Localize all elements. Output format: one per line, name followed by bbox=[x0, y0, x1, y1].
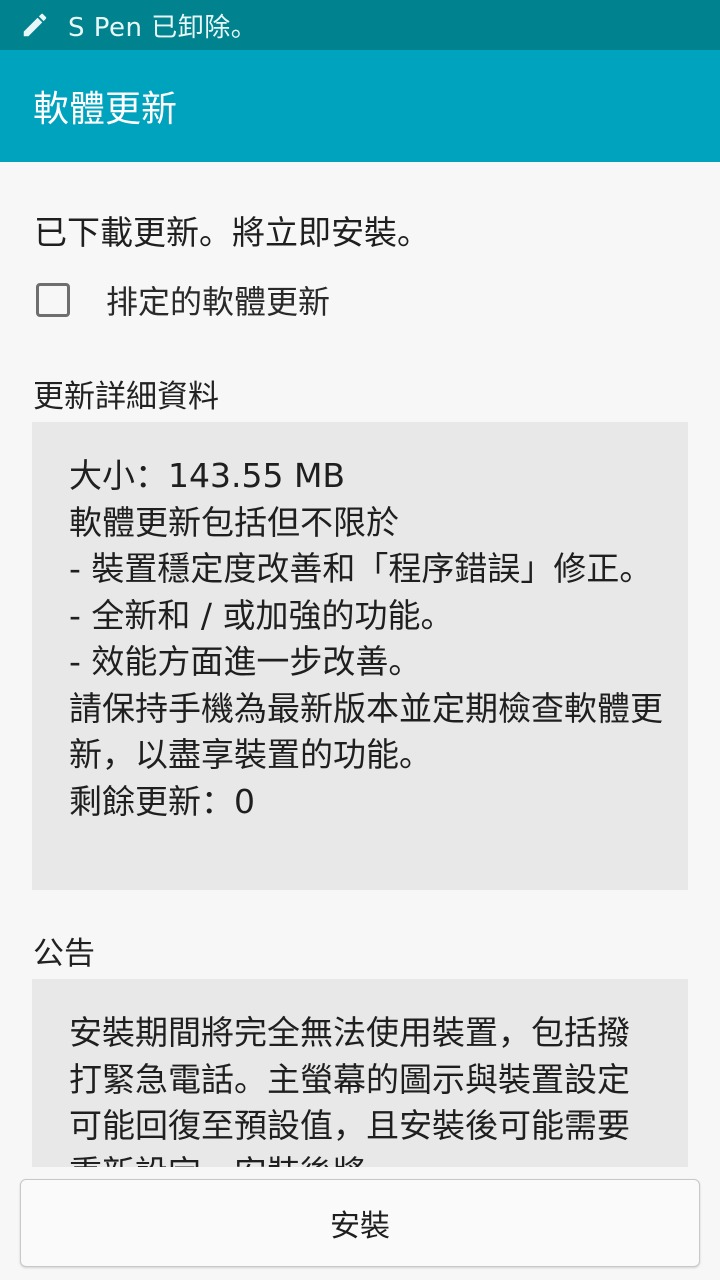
notice-box: 安裝期間將完全無法使用裝置，包括撥打緊急電話。主螢幕的圖示與裝置設定可能回復至預… bbox=[32, 979, 688, 1167]
pen-icon bbox=[23, 13, 47, 37]
schedule-update-checkbox[interactable] bbox=[36, 283, 70, 317]
notice-heading: 公告 bbox=[33, 936, 95, 972]
status-text: S Pen 已卸除。 bbox=[68, 12, 258, 43]
app-bar: 軟體更新 bbox=[0, 50, 720, 162]
page-title: 軟體更新 bbox=[33, 89, 178, 130]
details-heading: 更新詳細資料 bbox=[33, 379, 219, 415]
downloaded-message: 已下載更新。將立即安裝。 bbox=[34, 213, 430, 252]
details-box: 大小：143.55 MB 軟體更新包括但不限於 - 裝置穩定度改善和「程序錯誤」… bbox=[32, 422, 688, 890]
status-bar: S Pen 已卸除。 bbox=[0, 0, 720, 50]
schedule-update-label: 排定的軟體更新 bbox=[106, 283, 331, 321]
content-area[interactable]: 已下載更新。將立即安裝。 排定的軟體更新 更新詳細資料 大小：143.55 MB… bbox=[0, 162, 720, 1167]
schedule-update-row[interactable]: 排定的軟體更新 bbox=[36, 277, 330, 323]
install-button[interactable]: 安裝 bbox=[20, 1179, 700, 1267]
